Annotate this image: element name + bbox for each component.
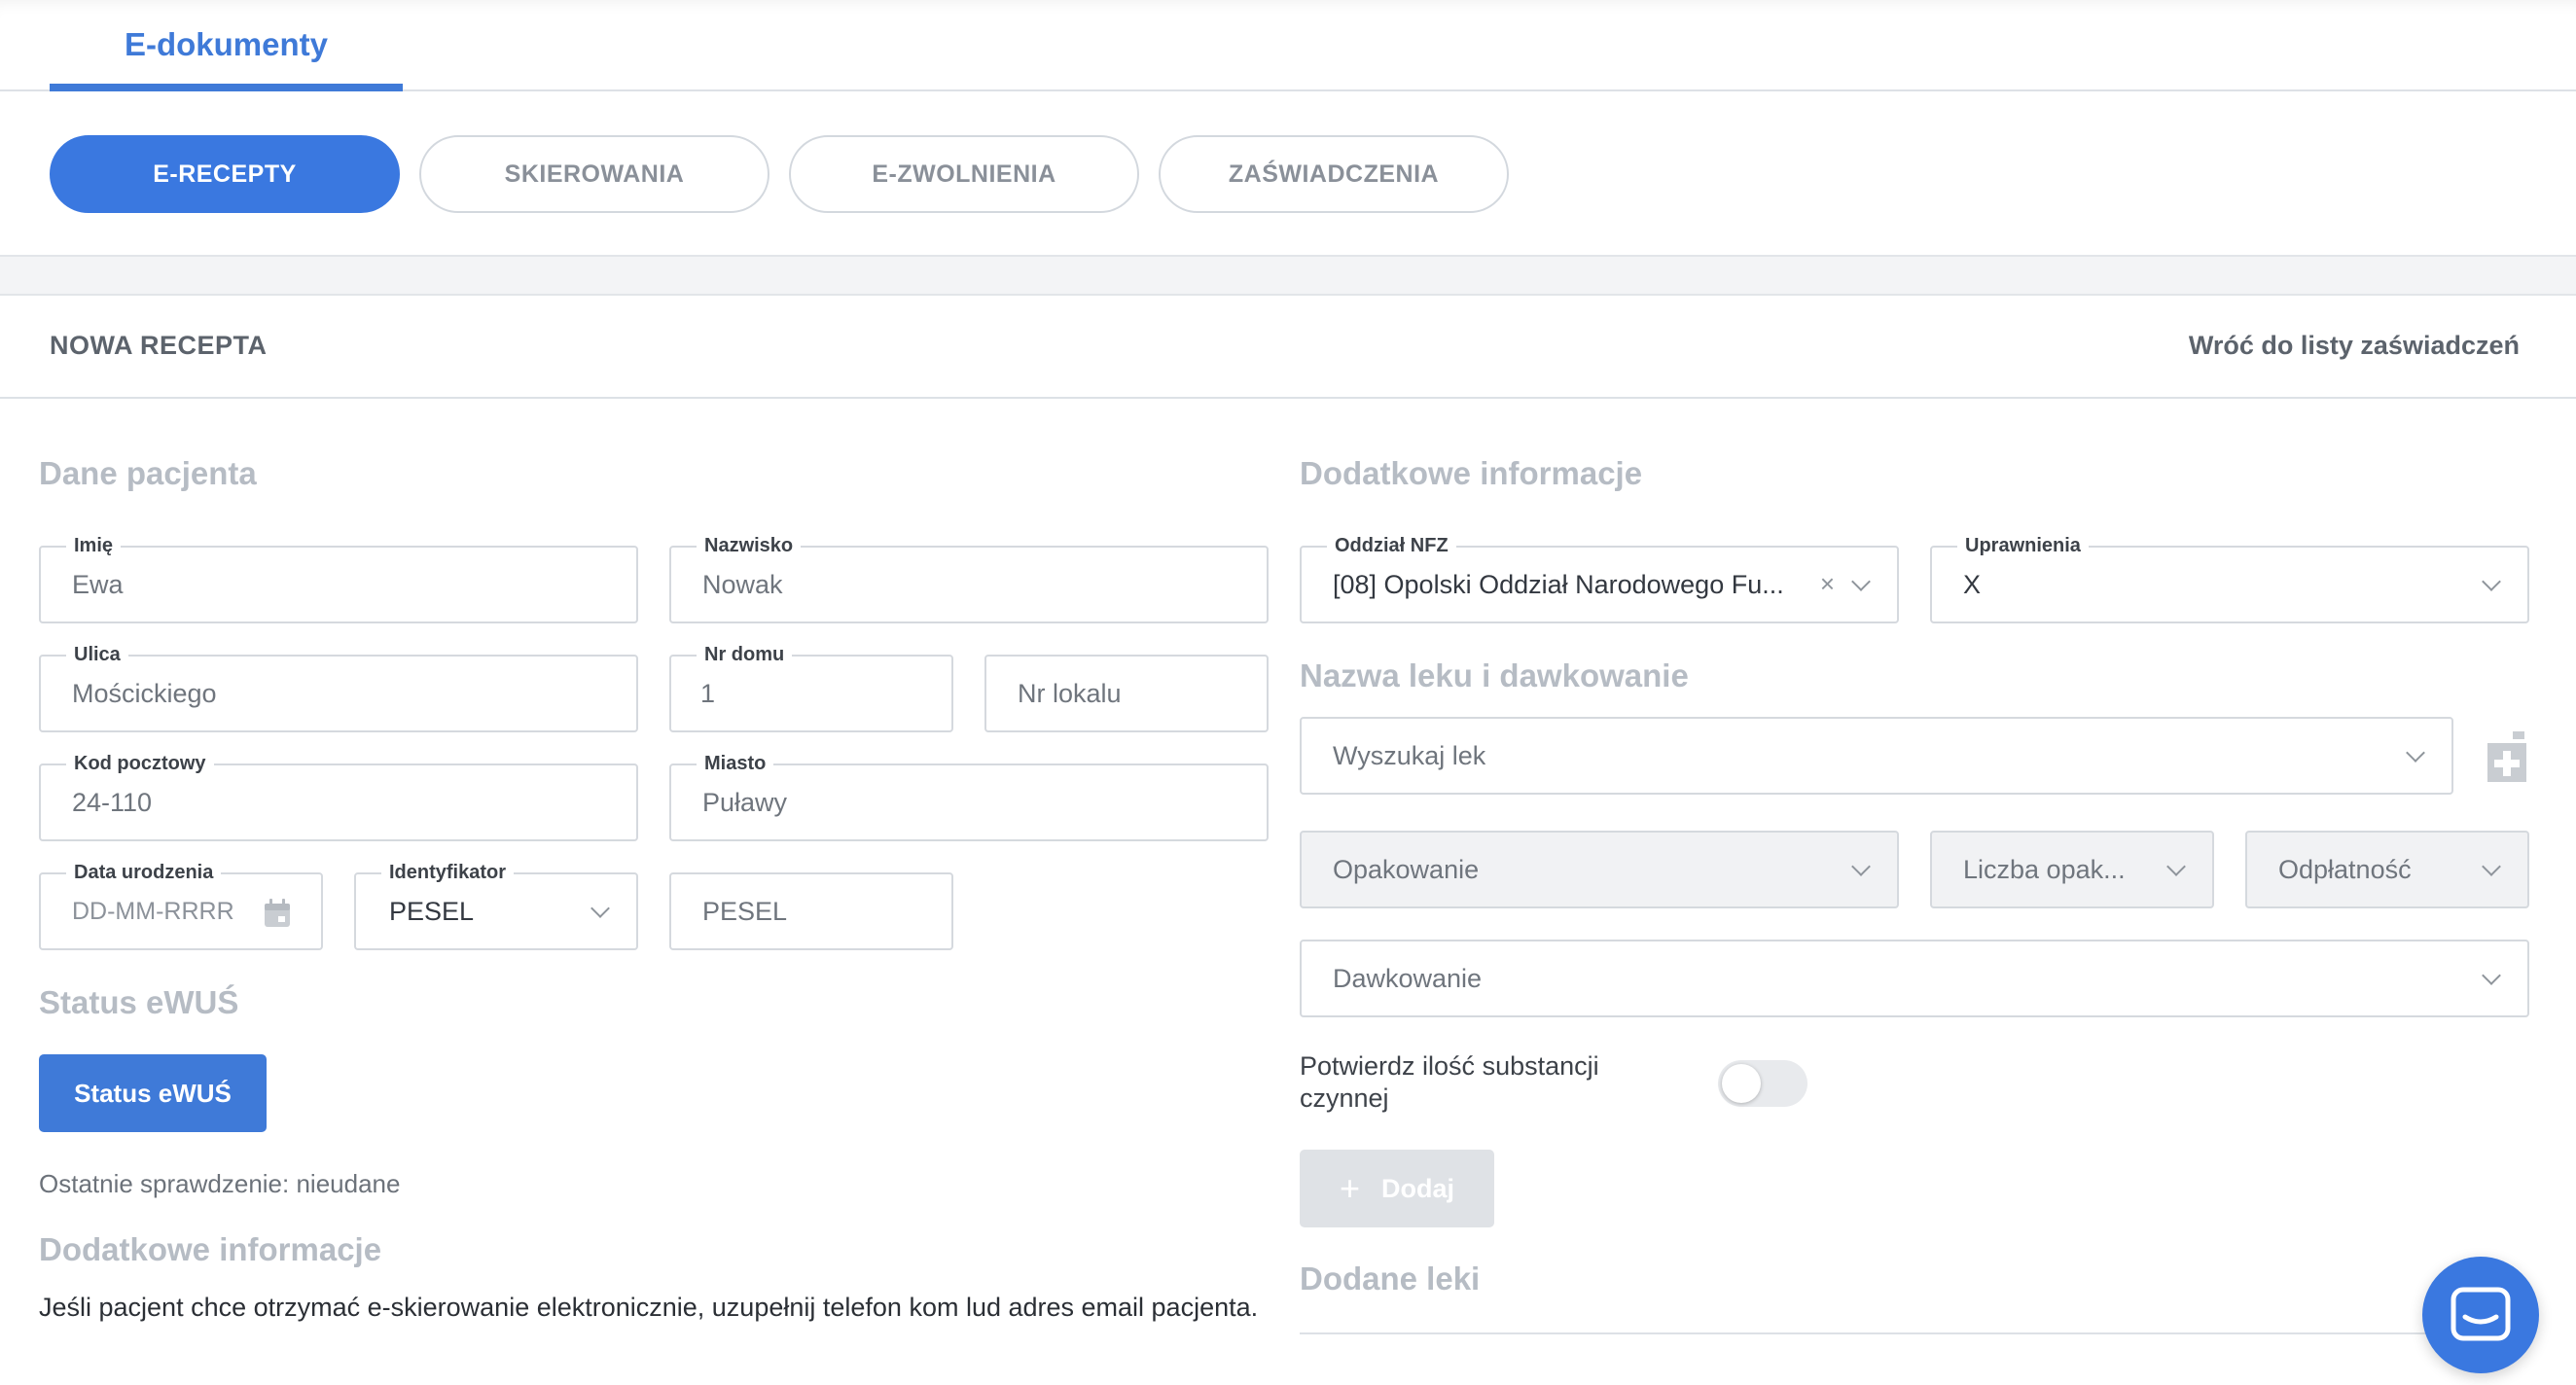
drug-search-placeholder: Wyszukaj lek bbox=[1333, 740, 1486, 770]
payment-placeholder: Odpłatność bbox=[2278, 854, 2412, 884]
city-value: Puławy bbox=[702, 787, 788, 817]
postal-code-value: 24-110 bbox=[72, 787, 153, 817]
section-separator bbox=[0, 255, 2576, 296]
chevron-down-icon bbox=[590, 899, 610, 918]
document-type-tabs: E-RECEPTY SKIEROWANIA E-ZWOLNIENIA ZAŚWI… bbox=[0, 91, 2576, 255]
confirm-substance-toggle[interactable] bbox=[1718, 1060, 1807, 1107]
additional-info-heading-right: Dodatkowe informacje bbox=[1300, 455, 1643, 491]
tab-zaswiadczenia[interactable]: ZAŚWIADCZENIA bbox=[1159, 135, 1509, 213]
last-name-field[interactable]: Nazwisko Nowak bbox=[669, 534, 1269, 623]
top-bar: E-dokumenty bbox=[0, 0, 2576, 91]
calendar-icon[interactable] bbox=[263, 898, 292, 929]
plus-icon: + bbox=[1339, 1168, 1360, 1208]
house-number-field[interactable]: Nr domu 1 bbox=[669, 643, 953, 732]
tab-e-zwolnienia[interactable]: E-ZWOLNIENIA bbox=[789, 135, 1139, 213]
street-field[interactable]: Ulica Mościckiego bbox=[39, 643, 638, 732]
identifier-select[interactable]: Identyfikator PESEL bbox=[354, 861, 638, 950]
package-placeholder: Opakowanie bbox=[1333, 854, 1480, 884]
drug-heading: Nazwa leku i dawkowanie bbox=[1300, 657, 1689, 693]
clear-icon[interactable]: × bbox=[1820, 567, 1835, 600]
patient-data-heading: Dane pacjenta bbox=[39, 455, 257, 491]
city-field[interactable]: Miasto Puławy bbox=[669, 752, 1269, 841]
chevron-down-icon bbox=[2406, 743, 2425, 763]
first-name-value: Ewa bbox=[72, 569, 124, 599]
tab-e-dokumenty[interactable]: E-dokumenty bbox=[50, 0, 403, 91]
package-count-select[interactable]: Liczba opak... bbox=[1930, 831, 2214, 908]
flat-number-placeholder: Nr lokalu bbox=[1018, 678, 1122, 708]
nfz-branch-select[interactable]: Oddział NFZ [08] Opolski Oddział Narodow… bbox=[1300, 534, 1899, 623]
back-to-list-link[interactable]: Wróć do listy zaświadczeń bbox=[2189, 331, 2520, 361]
additional-info-text: Jeśli pacjent chce otrzymać e-skierowani… bbox=[39, 1293, 1259, 1322]
pesel-placeholder: PESEL bbox=[702, 896, 788, 926]
tab-e-recepty[interactable]: E-RECEPTY bbox=[50, 135, 400, 213]
last-check-status: Ostatnie sprawdzenie: nieudane bbox=[39, 1169, 401, 1198]
chevron-down-icon bbox=[2482, 572, 2501, 591]
package-count-placeholder: Liczba opak... bbox=[1963, 854, 2126, 884]
confirm-substance-label: Potwierdz ilość substancji czynnej bbox=[1300, 1051, 1599, 1113]
first-name-field[interactable]: Imię Ewa bbox=[39, 534, 638, 623]
chevron-down-icon bbox=[2482, 857, 2501, 876]
ewus-status-button[interactable]: Status eWUŚ bbox=[39, 1054, 267, 1132]
additional-info-heading-left: Dodatkowe informacje bbox=[39, 1231, 382, 1267]
chevron-down-icon bbox=[1851, 572, 1871, 591]
chat-icon bbox=[2451, 1287, 2511, 1341]
entitlements-select[interactable]: Uprawnienia X bbox=[1930, 534, 2529, 623]
prescription-add-icon[interactable] bbox=[2484, 729, 2530, 784]
dosage-placeholder: Dawkowanie bbox=[1333, 963, 1483, 993]
pesel-input[interactable]: PESEL bbox=[669, 872, 953, 950]
added-drugs-divider bbox=[1300, 1332, 2529, 1334]
tab-skierowania[interactable]: SKIEROWANIA bbox=[419, 135, 769, 213]
add-drug-button[interactable]: + Dodaj bbox=[1300, 1150, 1494, 1227]
drug-search-select[interactable]: Wyszukaj lek bbox=[1300, 717, 2453, 795]
postal-code-field[interactable]: Kod pocztowy 24-110 bbox=[39, 752, 638, 841]
payment-select[interactable]: Odpłatność bbox=[2245, 831, 2529, 908]
package-select[interactable]: Opakowanie bbox=[1300, 831, 1899, 908]
chevron-down-icon bbox=[2482, 966, 2501, 985]
section-header: NOWA RECEPTA Wróć do listy zaświadczeń bbox=[0, 296, 2576, 399]
birth-date-field[interactable]: Data urodzenia DD-MM-RRRR bbox=[39, 861, 323, 950]
chevron-down-icon bbox=[2166, 857, 2186, 876]
nfz-branch-value: [08] Opolski Oddział Narodowego Fu... bbox=[1333, 569, 1784, 599]
last-name-value: Nowak bbox=[702, 569, 783, 599]
add-drug-label: Dodaj bbox=[1381, 1173, 1455, 1203]
chat-button[interactable] bbox=[2422, 1257, 2539, 1373]
entitlements-value: X bbox=[1963, 569, 1982, 599]
page-title: NOWA RECEPTA bbox=[50, 331, 268, 360]
added-drugs-heading: Dodane leki bbox=[1300, 1261, 1481, 1296]
flat-number-field[interactable]: Nr lokalu bbox=[984, 655, 1269, 732]
street-value: Mościckiego bbox=[72, 678, 217, 708]
toggle-knob bbox=[1722, 1064, 1761, 1103]
ewus-status-heading: Status eWUŚ bbox=[39, 984, 239, 1020]
dosage-select[interactable]: Dawkowanie bbox=[1300, 940, 2529, 1017]
house-number-value: 1 bbox=[700, 678, 716, 708]
birth-date-placeholder: DD-MM-RRRR bbox=[72, 897, 234, 925]
chevron-down-icon bbox=[1851, 857, 1871, 876]
identifier-value: PESEL bbox=[389, 896, 475, 926]
